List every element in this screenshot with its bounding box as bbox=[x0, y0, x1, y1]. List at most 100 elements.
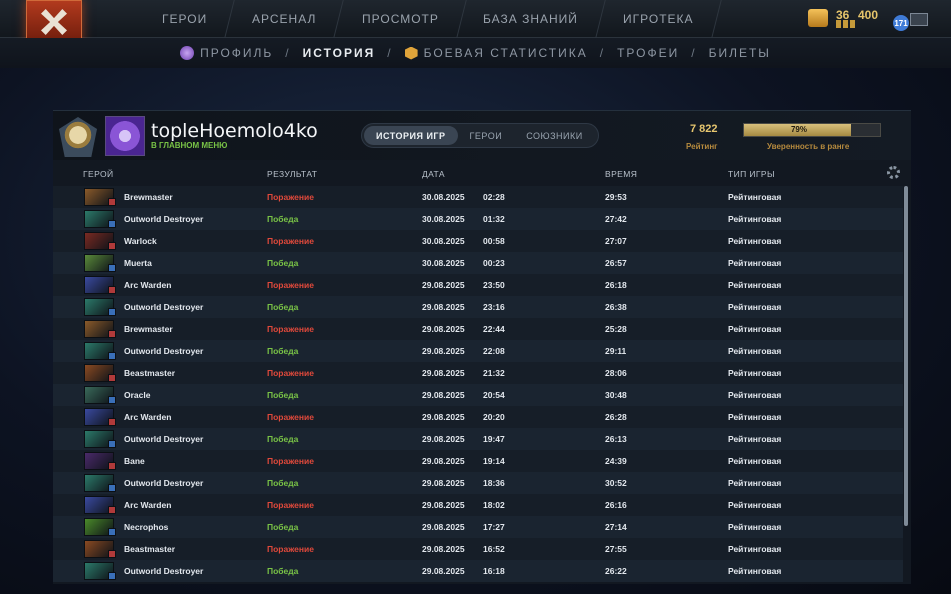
match-date: 29.08.2025 bbox=[422, 522, 465, 532]
table-row[interactable]: Outworld Destroyer Победа 29.08.2025 16:18 2… bbox=[53, 560, 903, 582]
main-nav: ГЕРОИ АРСЕНАЛ ПРОСМОТР БАЗА ЗНАНИЙ ИГРОТ… bbox=[135, 0, 722, 38]
match-time: 20:20 bbox=[483, 412, 505, 422]
player-status: В ГЛАВНОМ МЕНЮ bbox=[151, 141, 228, 150]
table-row[interactable]: Necrophos Победа 29.08.2025 17:27 27:14 Рейти… bbox=[53, 516, 903, 538]
subnav-combat-stats[interactable]: БОЕВАЯ СТАТИСТИКА bbox=[404, 46, 588, 60]
table-row[interactable]: Outworld Destroyer Победа 29.08.2025 23:16 2… bbox=[53, 296, 903, 318]
match-time: 18:02 bbox=[483, 500, 505, 510]
tab-match-history[interactable]: ИСТОРИЯ ИГР bbox=[364, 126, 458, 145]
avatar[interactable] bbox=[105, 116, 145, 156]
history-tabs: ИСТОРИЯ ИГР ГЕРОИ СОЮЗНИКИ bbox=[361, 123, 599, 148]
match-result: Победа bbox=[267, 302, 299, 312]
scrollbar[interactable] bbox=[904, 186, 908, 526]
nav-heroes[interactable]: ГЕРОИ bbox=[135, 0, 235, 38]
match-result: Поражение bbox=[267, 412, 314, 422]
game-type: Рейтинговая bbox=[728, 544, 782, 554]
col-game-type[interactable]: ТИП ИГРЫ bbox=[728, 169, 775, 179]
tab-heroes[interactable]: ГЕРОИ bbox=[458, 126, 515, 145]
game-type: Рейтинговая bbox=[728, 280, 782, 290]
nav-arsenal[interactable]: АРСЕНАЛ bbox=[225, 0, 345, 38]
game-type: Рейтинговая bbox=[728, 346, 782, 356]
col-duration[interactable]: ВРЕМЯ bbox=[605, 169, 637, 179]
match-date: 29.08.2025 bbox=[422, 412, 465, 422]
player-name: topleHoemolo4ko bbox=[151, 120, 318, 142]
table-row[interactable]: Beastmaster Поражение 29.08.2025 16:52 27:55… bbox=[53, 538, 903, 560]
game-type: Рейтинговая bbox=[728, 434, 782, 444]
tab-allies[interactable]: СОЮЗНИКИ bbox=[514, 126, 595, 145]
col-date[interactable]: ДАТА bbox=[422, 169, 445, 179]
role-badge-icon bbox=[108, 198, 116, 206]
table-row[interactable]: Outworld Destroyer Победа 29.08.2025 19:47 2… bbox=[53, 428, 903, 450]
table-row[interactable]: Muerta Победа 30.08.2025 00:23 26:57 Рейтинго… bbox=[53, 252, 903, 274]
hero-name: Beastmaster bbox=[124, 368, 176, 378]
match-duration: 26:18 bbox=[605, 280, 627, 290]
role-badge-icon bbox=[108, 506, 116, 514]
role-badge-icon bbox=[108, 286, 116, 294]
match-result: Победа bbox=[267, 434, 299, 444]
match-time: 00:58 bbox=[483, 236, 505, 246]
match-result: Победа bbox=[267, 346, 299, 356]
notification-badge[interactable]: 171 bbox=[893, 15, 909, 31]
table-row[interactable]: Arc Warden Поражение 29.08.2025 20:20 26:28 Р… bbox=[53, 406, 903, 428]
game-type: Рейтинговая bbox=[728, 302, 782, 312]
role-badge-icon bbox=[108, 484, 116, 492]
match-date: 29.08.2025 bbox=[422, 544, 465, 554]
hero-name: Outworld Destroyer bbox=[124, 302, 204, 312]
table-row[interactable]: Outworld Destroyer Победа 29.08.2025 18:36 3… bbox=[53, 472, 903, 494]
rank-medal-icon[interactable] bbox=[59, 117, 97, 157]
hero-name: Arc Warden bbox=[124, 412, 172, 422]
match-duration: 24:39 bbox=[605, 456, 627, 466]
col-hero[interactable]: ГЕРОЙ bbox=[83, 169, 113, 179]
nav-watch[interactable]: ПРОСМОТР bbox=[334, 0, 467, 38]
subnav-separator: / bbox=[691, 46, 697, 60]
nav-arcade[interactable]: ИГРОТЕКА bbox=[596, 0, 722, 38]
match-duration: 29:11 bbox=[605, 346, 627, 356]
table-row[interactable]: Brewmaster Поражение 30.08.2025 02:28 29:53 Р… bbox=[53, 186, 903, 208]
match-duration: 26:22 bbox=[605, 566, 627, 576]
subnav-tickets[interactable]: БИЛЕТЫ bbox=[709, 46, 771, 60]
match-result: Победа bbox=[267, 522, 299, 532]
subnav-history[interactable]: ИСТОРИЯ bbox=[303, 46, 376, 60]
match-result: Поражение bbox=[267, 192, 314, 202]
game-type: Рейтинговая bbox=[728, 456, 782, 466]
shards-icon[interactable] bbox=[808, 9, 828, 27]
hero-name: Necrophos bbox=[124, 522, 169, 532]
game-type: Рейтинговая bbox=[728, 412, 782, 422]
match-date: 29.08.2025 bbox=[422, 346, 465, 356]
table-row[interactable]: Oracle Победа 29.08.2025 20:54 30:48 Рейтинго… bbox=[53, 384, 903, 406]
table-row[interactable]: Arc Warden Поражение 29.08.2025 23:50 26:18 Р… bbox=[53, 274, 903, 296]
match-result: Поражение bbox=[267, 368, 314, 378]
table-row[interactable]: Brewmaster Поражение 29.08.2025 22:44 25:28 Р… bbox=[53, 318, 903, 340]
profile-subnav: ПРОФИЛЬ / ИСТОРИЯ / БОЕВАЯ СТАТИСТИКА / … bbox=[0, 38, 951, 68]
table-row[interactable]: Outworld Destroyer Победа 30.08.2025 01:32 2… bbox=[53, 208, 903, 230]
match-result: Победа bbox=[267, 214, 299, 224]
subnav-separator: / bbox=[285, 46, 291, 60]
rank-confidence-label: Уверенность в ранге bbox=[767, 142, 850, 151]
col-result[interactable]: РЕЗУЛЬТАТ bbox=[267, 169, 317, 179]
match-time: 22:44 bbox=[483, 324, 505, 334]
match-duration: 30:48 bbox=[605, 390, 627, 400]
match-time: 22:08 bbox=[483, 346, 505, 356]
match-result: Поражение bbox=[267, 236, 314, 246]
mail-icon[interactable] bbox=[910, 13, 928, 26]
match-result: Поражение bbox=[267, 324, 314, 334]
shards-stack-icon bbox=[836, 20, 856, 28]
table-row[interactable]: Warlock Поражение 30.08.2025 00:58 27:07 Рейт… bbox=[53, 230, 903, 252]
nav-knowledge-base[interactable]: БАЗА ЗНАНИЙ bbox=[456, 0, 607, 38]
match-duration: 27:07 bbox=[605, 236, 627, 246]
table-row[interactable]: Arc Warden Поражение 29.08.2025 18:02 26:16 Р… bbox=[53, 494, 903, 516]
top-nav-bar: ГЕРОИ АРСЕНАЛ ПРОСМОТР БАЗА ЗНАНИЙ ИГРОТ… bbox=[0, 0, 951, 44]
table-row[interactable]: Bane Поражение 29.08.2025 19:14 24:39 Рейтинг… bbox=[53, 450, 903, 472]
subnav-trophies[interactable]: ТРОФЕИ bbox=[617, 46, 679, 60]
role-badge-icon bbox=[108, 572, 116, 580]
subnav-profile[interactable]: ПРОФИЛЬ bbox=[180, 46, 273, 60]
role-badge-icon bbox=[108, 528, 116, 536]
table-row[interactable]: Beastmaster Поражение 29.08.2025 21:32 28:06… bbox=[53, 362, 903, 384]
match-date: 29.08.2025 bbox=[422, 434, 465, 444]
hero-name: Brewmaster bbox=[124, 324, 173, 334]
match-date: 29.08.2025 bbox=[422, 500, 465, 510]
table-row[interactable]: Outworld Destroyer Победа 29.08.2025 22:08 2… bbox=[53, 340, 903, 362]
match-result: Победа bbox=[267, 258, 299, 268]
match-result: Поражение bbox=[267, 500, 314, 510]
match-result: Поражение bbox=[267, 456, 314, 466]
